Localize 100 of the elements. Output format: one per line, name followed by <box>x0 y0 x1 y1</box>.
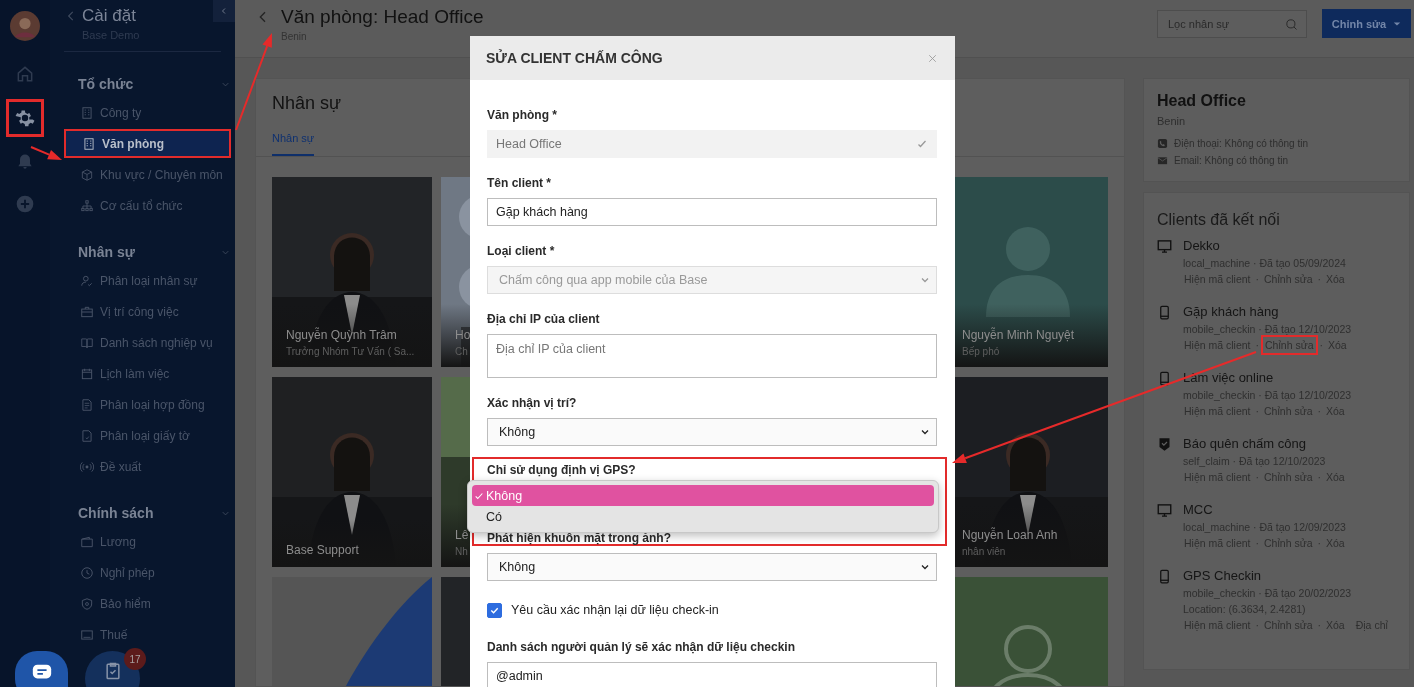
phone-icon <box>1157 371 1172 386</box>
clock-icon <box>80 565 94 580</box>
client-name: Gặp khách hàng <box>1183 303 1280 321</box>
separator-dot: · <box>1316 618 1322 633</box>
checkbox[interactable] <box>487 602 502 618</box>
sidebar-item[interactable]: Thuế <box>64 620 231 649</box>
annotation-arrow <box>30 146 62 160</box>
monitor-icon <box>1157 239 1172 254</box>
client-name: GPS Checkin <box>1183 567 1263 585</box>
sidebar-item[interactable]: Đề xuất <box>64 452 231 481</box>
staff-role: Trưởng Nhóm Tư Vấn ( Sa... <box>286 346 415 357</box>
staff-name[interactable]: Lê <box>455 528 469 542</box>
text-input[interactable]: @admin <box>487 662 937 687</box>
section-title: Chính sách <box>78 505 154 521</box>
building-icon <box>82 136 96 151</box>
cube-icon <box>80 167 94 182</box>
staff-name[interactable]: Nguyễn Loan Anh <box>962 528 1058 542</box>
check-icon <box>916 138 928 150</box>
select-field[interactable]: Không <box>487 418 937 446</box>
sidebar-item[interactable]: Danh sách nghiệp vụ <box>64 328 231 357</box>
section-title: Tổ chức <box>78 76 134 92</box>
edit-button[interactable]: Chỉnh sửa <box>1322 9 1411 38</box>
frame-icon <box>80 627 94 642</box>
sidebar-item[interactable]: Nghỉ phép <box>64 558 231 587</box>
sidebar-title: Cài đặt <box>82 6 137 26</box>
collapse-button[interactable] <box>213 0 235 22</box>
staff-role: Ch <box>455 346 468 357</box>
separator-dot: · <box>1254 618 1261 633</box>
separator-dot: · <box>1316 404 1322 419</box>
add-icon[interactable] <box>15 194 35 214</box>
book-icon <box>80 335 94 350</box>
sidebar-item[interactable]: Văn phòng <box>64 129 231 158</box>
settings-icon[interactable] <box>14 107 36 129</box>
wallet-icon <box>80 534 94 549</box>
sidebar-item[interactable]: Công ty <box>64 98 231 127</box>
staff-name[interactable]: Ho <box>455 328 471 342</box>
sidebar-item[interactable]: Vị trí công việc <box>64 297 231 326</box>
client-name: MCC <box>1183 501 1214 519</box>
search-icon <box>1284 16 1299 32</box>
staff-role: Nh <box>455 546 468 557</box>
separator-dot: · <box>1318 338 1324 353</box>
separator-dot: · <box>1254 404 1261 419</box>
field-label: Văn phòng * <box>487 107 558 123</box>
caret-icon <box>1393 19 1402 28</box>
document-icon <box>80 428 94 443</box>
checkbox-label: Yêu cầu xác nhận lại dữ liệu check-in <box>511 603 719 617</box>
field-label: Danh sách người quản lý sẽ xác nhận dữ liệu checkin <box>487 639 796 655</box>
field-label: Địa chỉ IP của client <box>487 311 601 327</box>
building-icon <box>80 105 94 120</box>
separator-dot: · <box>1254 470 1261 485</box>
staff-role: Bếp phó <box>962 346 1000 357</box>
briefcase-icon <box>80 304 94 319</box>
separator-dot: · <box>1316 536 1322 551</box>
person-icon <box>80 273 94 288</box>
separator-dot: · <box>1316 470 1322 485</box>
clients-title: Clients đã kết nối <box>1157 211 1281 229</box>
separator-dot: · <box>1254 536 1261 551</box>
sidebar-item[interactable]: Khu vực / Chuyên môn <box>64 160 231 189</box>
shield-icon <box>80 596 94 611</box>
monitor-icon <box>1157 503 1172 518</box>
phone-icon <box>1157 569 1172 584</box>
dropdown-option[interactable]: Có <box>472 506 934 527</box>
field-label: Loại client * <box>487 243 556 259</box>
sidebar-item[interactable]: Lịch làm việc <box>64 359 231 388</box>
tab[interactable]: Nhân sự <box>272 126 315 156</box>
dropdown-option[interactable]: Không <box>472 485 934 506</box>
field-label: Phát hiện khuôn mặt trong ảnh? <box>487 530 672 546</box>
phone-icon <box>1157 305 1172 320</box>
separator-dot: · <box>1316 272 1322 287</box>
office-name: Head Office <box>1157 92 1247 110</box>
separator-dot: · <box>1254 338 1261 353</box>
staff-role: nhân viên <box>962 546 1006 557</box>
envelope-icon <box>1157 155 1168 166</box>
field-label: Tên client * <box>487 175 552 191</box>
office-field: Head Office <box>487 130 937 158</box>
sidebar-item[interactable]: Cơ cấu tổ chức <box>64 191 231 220</box>
sidebar-item[interactable]: Lương <box>64 527 231 556</box>
check-icon <box>474 490 484 501</box>
field-label: Xác nhận vị trí? <box>487 395 578 411</box>
calendar-icon <box>80 366 94 381</box>
field-label: Chỉ sử dụng định vị GPS? <box>487 462 637 478</box>
text-input[interactable]: Gặp khách hàng <box>487 198 937 226</box>
select-field[interactable]: Không <box>487 553 937 581</box>
dialog-title: SỬA CLIENT CHẤM CÔNG <box>486 50 663 66</box>
staff-name[interactable]: Base Support <box>286 543 359 557</box>
page-title: Văn phòng: Head Office <box>281 5 484 28</box>
document-icon <box>80 397 94 412</box>
sidebar-item[interactable]: Phân loại nhân sự <box>64 266 231 295</box>
staff-name[interactable]: Nguyễn Quỳnh Trâm <box>286 328 397 342</box>
avatar-icon[interactable] <box>10 11 40 41</box>
sidebar-item[interactable]: Phân loại hợp đồng <box>64 390 231 419</box>
home-icon[interactable] <box>15 64 35 84</box>
phone-icon <box>1157 138 1168 149</box>
staff-name[interactable]: Nguyễn Minh Nguyệt <box>962 328 1075 342</box>
sidebar-item[interactable]: Bảo hiểm <box>64 589 231 618</box>
separator-dot: · <box>1254 272 1261 287</box>
client-name: Dekko <box>1183 237 1221 255</box>
sidebar-item[interactable]: Phân loại giấy tờ <box>64 421 231 450</box>
broadcast-icon <box>80 459 94 474</box>
textarea-field[interactable]: Địa chỉ IP của client <box>487 334 937 378</box>
